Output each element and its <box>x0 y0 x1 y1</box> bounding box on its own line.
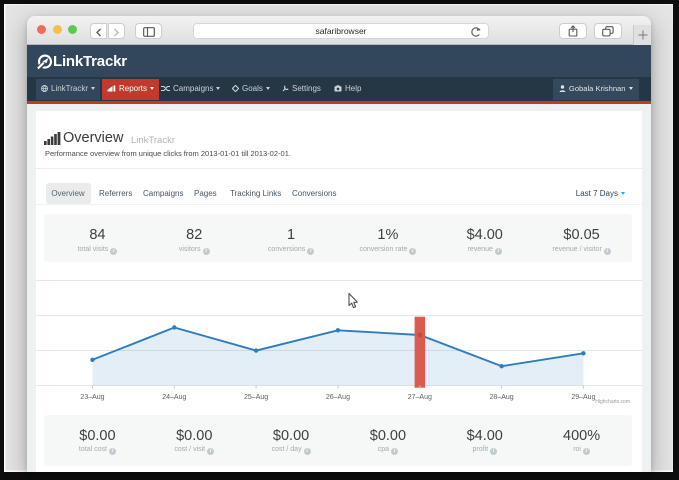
svg-text:26–Aug: 26–Aug <box>326 394 350 401</box>
svg-text:28–Aug: 28–Aug <box>490 394 514 401</box>
svg-text:29–Aug: 29–Aug <box>571 394 595 401</box>
svg-text:24–Aug: 24–Aug <box>162 394 186 401</box>
svg-text:25–Aug: 25–Aug <box>244 394 268 401</box>
svg-text:27–Aug: 27–Aug <box>408 394 432 401</box>
svg-text:Highcharts.com: Highcharts.com <box>595 399 630 405</box>
svg-text:23–Aug: 23–Aug <box>80 394 104 401</box>
